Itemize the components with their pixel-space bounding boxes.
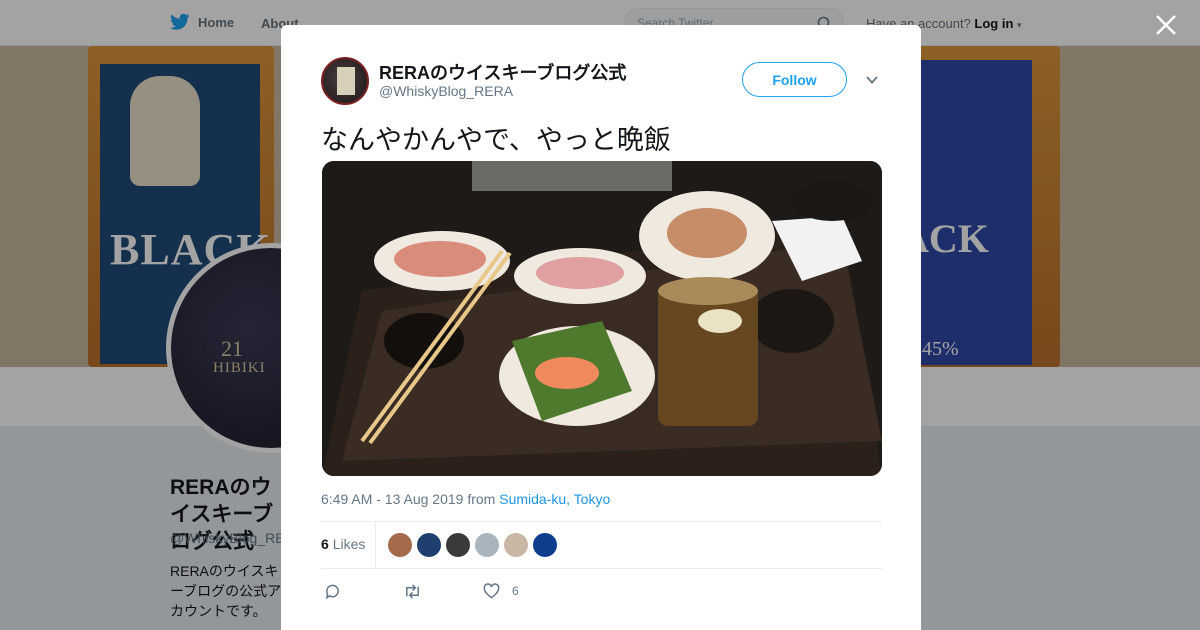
tweet-from-word: from (467, 491, 496, 507)
liker-avatar[interactable] (475, 533, 499, 557)
tweet-metadata: 6:49 AM - 13 Aug 2019 from Sumida-ku, To… (321, 491, 610, 507)
heart-icon (483, 583, 500, 599)
likes-divider (375, 522, 376, 568)
reply-button[interactable] (324, 582, 341, 600)
likes-summary[interactable]: 6 Likes (321, 536, 365, 552)
retweet-button[interactable] (403, 582, 422, 600)
reply-icon (325, 584, 339, 599)
liker-avatar[interactable] (533, 533, 557, 557)
divider-top (321, 521, 882, 522)
likes-count: 6 (321, 536, 329, 552)
tweet-modal: RERAのウイスキーブログ公式 @WhiskyBlog_RERA Follow … (281, 25, 921, 630)
photo-illustration (322, 161, 882, 476)
tweet-photo[interactable] (322, 161, 882, 476)
tweet-location-link[interactable]: Sumida-ku, Tokyo (499, 491, 610, 507)
tweet-author-name[interactable]: RERAのウイスキーブログ公式 (379, 59, 626, 85)
liker-avatar[interactable] (446, 533, 470, 557)
chevron-down-icon[interactable] (865, 73, 879, 87)
likes-label: Likes (332, 536, 366, 552)
liker-avatar[interactable] (417, 533, 441, 557)
tweet-author-avatar[interactable] (321, 57, 369, 105)
divider-bottom (321, 568, 882, 569)
liker-avatar[interactable] (388, 533, 412, 557)
close-icon[interactable] (1153, 12, 1179, 38)
retweet-icon (406, 583, 419, 599)
tweet-author-handle[interactable]: @WhiskyBlog_RERA (379, 83, 513, 99)
tweet-timestamp[interactable]: 6:49 AM - 13 Aug 2019 (321, 491, 463, 507)
tweet-text: なんやかんやで、やっと晩飯 (321, 125, 671, 156)
follow-button[interactable]: Follow (742, 62, 847, 97)
avatar-bottle-shape (337, 67, 355, 95)
like-button[interactable]: 6 (483, 582, 519, 600)
liker-avatar[interactable] (504, 533, 528, 557)
like-action-count: 6 (512, 584, 519, 598)
